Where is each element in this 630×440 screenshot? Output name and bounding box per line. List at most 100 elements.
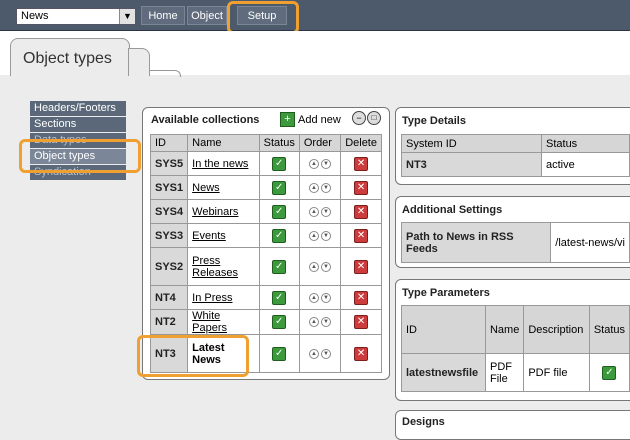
table-row: NT4 In Press ✓ ▲ ▼ ✕ (149, 285, 382, 310)
status-check-icon[interactable]: ✓ (272, 290, 287, 305)
status-value: active (541, 152, 630, 177)
row-id: SYS2 (149, 247, 189, 286)
delete-icon[interactable]: ✕ (354, 290, 369, 305)
col-param-status: Status (588, 305, 630, 354)
chevron-down-icon[interactable]: ▼ (119, 9, 135, 24)
sidebar-item-headers-footers[interactable]: Headers/Footers (30, 101, 126, 116)
tab-divider (150, 70, 181, 77)
table-row: SYS4 Webinars ✓ ▲ ▼ ✕ (149, 199, 382, 224)
row-name-link[interactable]: News (192, 182, 220, 194)
col-system-id: System ID (401, 134, 542, 153)
additional-settings-table: Path to News in RSS Feeds /latest-news/v… (400, 222, 630, 263)
order-up-icon[interactable]: ▲ (309, 348, 320, 359)
tab-secondary (128, 48, 150, 76)
row-id: SYS3 (149, 223, 189, 248)
tab-object-types-label: Object types (23, 50, 112, 67)
order-down-icon[interactable]: ▼ (321, 261, 332, 272)
status-check-icon[interactable]: ✓ (272, 156, 287, 171)
col-id: ID (149, 134, 189, 152)
col-delete: Delete (340, 134, 382, 152)
table-row: SYS2 Press Releases ✓ ▲ ▼ ✕ (149, 247, 382, 286)
row-name-link[interactable]: In Press (192, 292, 232, 304)
rss-path-label: Path to News in RSS Feeds (400, 222, 552, 263)
highlight-object-types (19, 139, 141, 173)
row-name-link[interactable]: Webinars (192, 206, 238, 218)
order-down-icon[interactable]: ▼ (321, 317, 332, 328)
row-id: SYS1 (149, 175, 189, 200)
order-up-icon[interactable]: ▲ (309, 182, 320, 193)
order-down-icon[interactable]: ▼ (321, 348, 332, 359)
col-param-name: Name (484, 305, 525, 354)
row-name-link[interactable]: Events (192, 230, 226, 242)
param-id-value: latestnewsfile (401, 353, 486, 392)
order-up-icon[interactable]: ▲ (309, 230, 320, 241)
order-down-icon[interactable]: ▼ (321, 182, 332, 193)
row-id: SYS4 (149, 199, 189, 224)
nav-object[interactable]: Object (187, 6, 227, 25)
status-check-icon[interactable]: ✓ (272, 259, 287, 274)
status-check-icon[interactable]: ✓ (272, 180, 287, 195)
order-down-icon[interactable]: ▼ (321, 206, 332, 217)
status-check-icon[interactable]: ✓ (272, 315, 287, 329)
tab-object-types[interactable]: Object types (10, 38, 130, 76)
type-details-table: System ID Status NT3 active (401, 134, 630, 177)
col-status: Status (541, 134, 630, 153)
row-name-link[interactable]: In the news (192, 158, 248, 170)
table-row: SYS1 News ✓ ▲ ▼ ✕ (149, 175, 382, 200)
col-name: Name (187, 134, 260, 152)
highlight-latest-news (137, 335, 249, 377)
sidebar-item-sections[interactable]: Sections (30, 117, 126, 132)
nav-home[interactable]: Home (141, 6, 185, 25)
table-row: NT3 active (401, 152, 630, 177)
delete-icon[interactable]: ✕ (354, 156, 369, 171)
order-up-icon[interactable]: ▲ (309, 158, 320, 169)
system-id-value: NT3 (401, 152, 542, 177)
additional-settings-title: Additional Settings (402, 204, 503, 216)
highlight-setup (227, 1, 299, 34)
order-down-icon[interactable]: ▼ (321, 158, 332, 169)
order-up-icon[interactable]: ▲ (309, 292, 320, 303)
order-down-icon[interactable]: ▼ (321, 292, 332, 303)
type-details-title: Type Details (402, 115, 466, 127)
collection-dropdown[interactable]: News ▼ (16, 8, 136, 25)
row-name-link[interactable]: White Papers (192, 310, 227, 334)
param-name-value: PDF File (484, 353, 525, 392)
delete-icon[interactable]: ✕ (354, 180, 369, 195)
row-id: SYS5 (149, 151, 189, 176)
col-status: Status (258, 134, 300, 152)
delete-icon[interactable]: ✕ (354, 315, 369, 329)
param-description-value: PDF file (523, 353, 590, 392)
order-up-icon[interactable]: ▲ (309, 261, 320, 272)
order-up-icon[interactable]: ▲ (309, 206, 320, 217)
designs-title: Designs (402, 416, 445, 428)
col-param-id: ID (401, 305, 486, 354)
add-new-link[interactable]: Add new (298, 114, 341, 126)
delete-icon[interactable]: ✕ (354, 346, 369, 361)
row-id: NT2 (149, 309, 189, 335)
status-check-icon[interactable]: ✓ (272, 204, 287, 219)
delete-icon[interactable]: ✕ (354, 259, 369, 274)
delete-icon[interactable]: ✕ (354, 204, 369, 219)
table-row: SYS3 Events ✓ ▲ ▼ ✕ (149, 223, 382, 248)
row-name-link[interactable]: Press Releases (192, 255, 238, 279)
type-parameters-title: Type Parameters (402, 287, 490, 299)
table-row: latestnewsfile PDF File PDF file ✓ (401, 353, 630, 392)
order-up-icon[interactable]: ▲ (309, 317, 320, 328)
table-row: NT2 White Papers ✓ ▲ ▼ ✕ (149, 309, 382, 335)
col-order: Order (298, 134, 342, 152)
type-parameters-table: ID Name Description Status latestnewsfil… (401, 305, 630, 392)
collapse-icon[interactable]: − (352, 111, 366, 125)
delete-icon[interactable]: ✕ (354, 228, 369, 243)
status-check-icon[interactable]: ✓ (272, 228, 287, 243)
add-icon[interactable]: + (280, 112, 295, 127)
order-down-icon[interactable]: ▼ (321, 230, 332, 241)
status-check-icon[interactable]: ✓ (272, 346, 287, 361)
rss-path-value[interactable]: /latest-news/vi (550, 222, 630, 263)
col-param-description: Description (523, 305, 590, 354)
collections-title: Available collections (151, 114, 260, 126)
expand-icon[interactable]: □ (367, 111, 381, 125)
row-id: NT4 (149, 285, 189, 310)
status-check-icon[interactable]: ✓ (602, 365, 617, 380)
table-row: SYS5 In the news ✓ ▲ ▼ ✕ (149, 151, 382, 176)
collection-dropdown-value: News (21, 10, 49, 22)
